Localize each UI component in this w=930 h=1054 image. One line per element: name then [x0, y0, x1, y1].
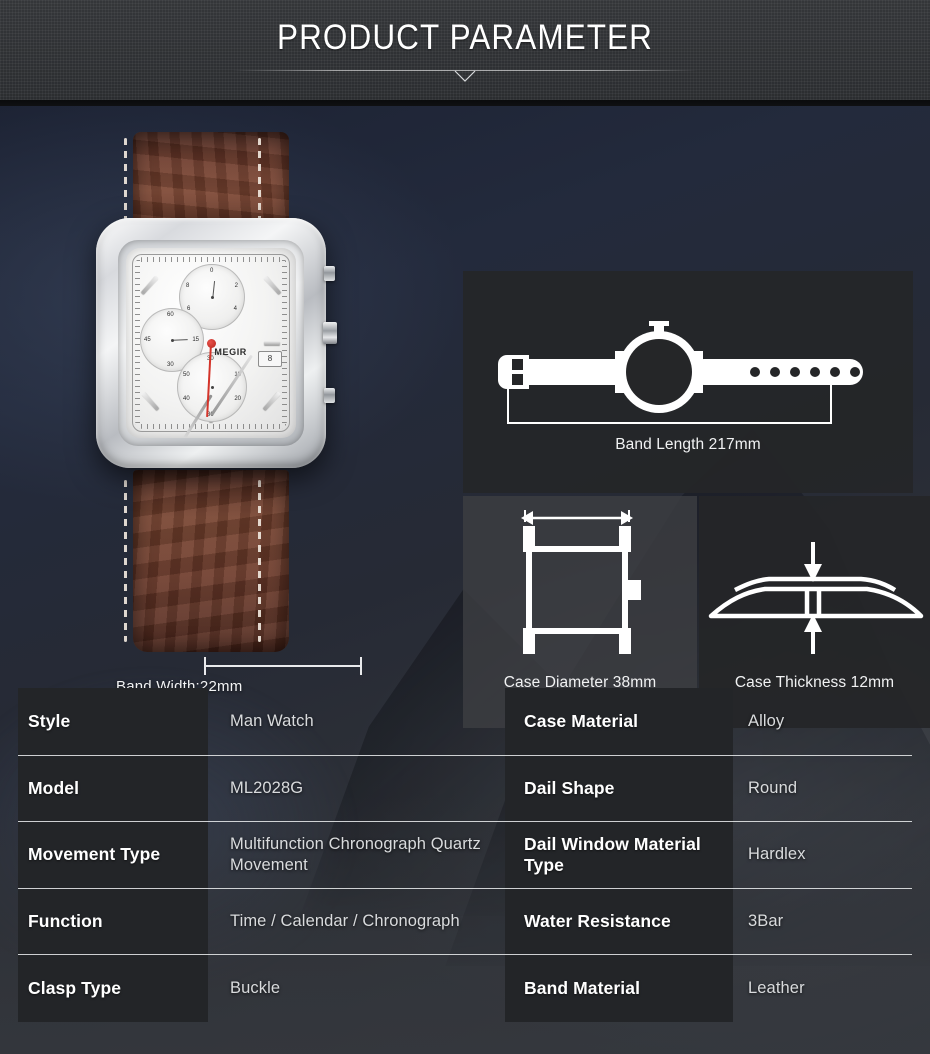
table-row: Style Man Watch Case Material Alloy [0, 688, 930, 755]
hands-hub [206, 338, 216, 348]
subdial-number: 0 [210, 268, 214, 274]
row-label: Style [28, 711, 71, 732]
row-label: Band Material [524, 977, 641, 998]
spec-table: Style Man Watch Case Material Alloy Mode… [0, 688, 930, 1022]
subdial-number: 60 [167, 312, 174, 318]
strap-stitch [124, 480, 127, 642]
subdial-number: 8 [186, 283, 190, 289]
dial-brand-label: MEGIR [214, 346, 247, 357]
chevron-down-icon [454, 70, 476, 82]
subdial-hand [172, 338, 188, 341]
subdial-hub [170, 338, 174, 342]
row-value: Man Watch [230, 712, 314, 731]
row-value: 3Bar [748, 911, 784, 930]
subdial-number: 50 [183, 372, 190, 378]
row-value: ML2028G [230, 778, 304, 797]
watch-pusher-top [324, 266, 335, 281]
table-row: Clasp Type Buckle Band Material Leather [0, 954, 930, 1022]
row-value: Hardlex [748, 845, 806, 864]
watch-case: 0 2 4 6 8 60 15 30 45 20 40 50 MEGIR 8 [96, 218, 337, 468]
row-value: Buckle [230, 978, 281, 997]
page-header: PRODUCT PARAMETER [0, 0, 930, 100]
row-value: Round [748, 778, 798, 797]
watch-crown [323, 322, 337, 344]
subdial-number: 4 [233, 306, 237, 312]
subdial-number: 2 [234, 283, 238, 289]
subdial-number: 30 [167, 362, 174, 368]
subdial-hand [212, 281, 216, 298]
row-label: Movement Type [28, 844, 161, 865]
watch-strap-bottom [133, 470, 289, 652]
page-title: PRODUCT PARAMETER [276, 18, 653, 57]
watch-bezel: 0 2 4 6 8 60 15 30 45 20 40 50 MEGIR 8 [118, 240, 304, 446]
bracket-line [204, 665, 362, 667]
subdial-hub [210, 385, 214, 389]
row-value: Time / Calendar / Chronograph [230, 911, 460, 930]
subdial-number: 15 [192, 337, 199, 343]
spec-panel-band-length: Band Length 217mm [463, 271, 913, 493]
row-value: Leather [748, 978, 805, 997]
subdial-hub [210, 295, 214, 299]
band-length-caption: Band Length 217mm [615, 436, 761, 453]
date-window: 8 [258, 350, 282, 367]
subdial-number: 20 [234, 396, 241, 402]
table-row: Movement Type Multifunction Chronograph … [0, 821, 930, 888]
product-watch-image: 0 2 4 6 8 60 15 30 45 20 40 50 MEGIR 8 B… [86, 132, 362, 695]
product-parameter-page: PRODUCT PARAMETER 0 2 4 6 8 60 15 30 45 … [0, 0, 930, 1054]
subdial-number: 45 [144, 337, 151, 343]
subdial-number: 40 [183, 396, 190, 402]
table-row: Function Time / Calendar / Chronograph W… [0, 888, 930, 954]
strap-stitch [258, 480, 261, 642]
bracket-tick [360, 657, 362, 675]
watch-pusher-bottom [324, 388, 335, 403]
band-width-bracket [204, 657, 362, 675]
row-value: Alloy [748, 712, 785, 731]
row-label: Case Material [524, 711, 639, 732]
row-label: Dail Window Material Type [524, 833, 701, 875]
row-value: Multifunction Chronograph Quartz Movemen… [230, 835, 481, 874]
row-label: Dail Shape [524, 777, 615, 798]
table-row: Model ML2028G Dail Shape Round [0, 755, 930, 821]
hour-index [264, 341, 280, 345]
bracket-tick [204, 657, 206, 675]
watch-dial: 0 2 4 6 8 60 15 30 45 20 40 50 MEGIR 8 [126, 248, 296, 438]
row-label: Model [28, 777, 80, 798]
row-label: Water Resistance [524, 910, 671, 931]
row-label: Clasp Type [28, 977, 122, 998]
row-label: Function [28, 910, 103, 931]
